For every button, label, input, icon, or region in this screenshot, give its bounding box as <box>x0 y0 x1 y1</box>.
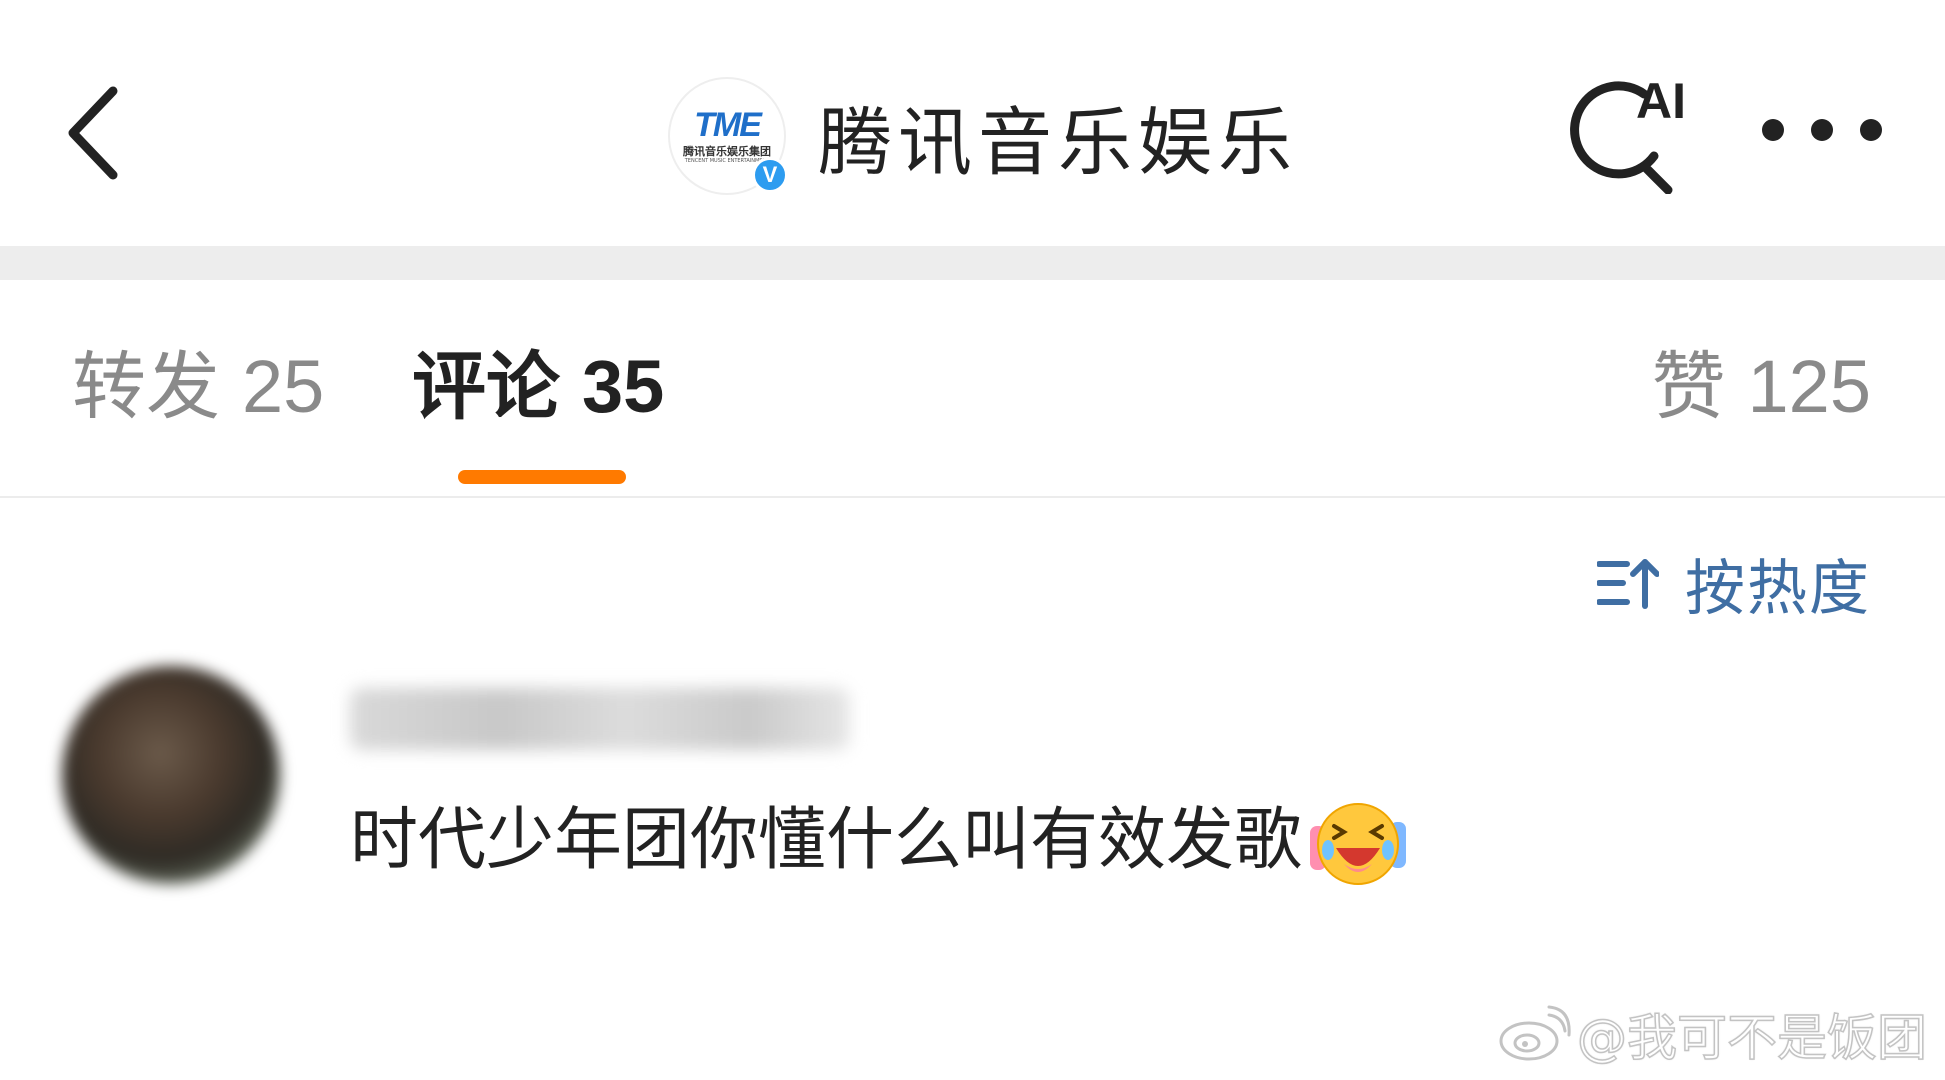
ai-label: AI <box>1636 73 1686 129</box>
tab-repost[interactable]: 转发 25 <box>72 350 324 425</box>
sort-ascending-icon <box>1597 559 1659 609</box>
commenter-username-blurred[interactable] <box>350 688 850 750</box>
account-avatar[interactable]: TME 腾讯音乐娱乐集团 TENCENT MUSIC ENTERTAINMENT… <box>668 77 788 195</box>
tme-logo-subtitle: 腾讯音乐娱乐集团 <box>683 145 771 158</box>
back-button[interactable] <box>48 78 138 188</box>
verified-badge-icon: V <box>752 157 788 193</box>
ai-search-button[interactable]: AI <box>1568 74 1698 194</box>
comment-body: 时代少年团你懂什么叫有效发歌 <box>350 801 1303 880</box>
sort-label: 按热度 <box>1685 553 1871 624</box>
tab-comment-label: 评论 <box>412 344 560 430</box>
tab-like[interactable]: 赞 125 <box>1652 350 1871 425</box>
section-divider <box>0 246 1945 280</box>
top-nav-bar: TME 腾讯音乐娱乐集团 TENCENT MUSIC ENTERTAINMENT… <box>0 0 1945 246</box>
more-dot-icon <box>1762 119 1784 141</box>
account-title[interactable]: TME 腾讯音乐娱乐集团 TENCENT MUSIC ENTERTAINMENT… <box>668 76 1298 196</box>
laughing-crying-emoji-icon <box>1310 803 1407 885</box>
more-dot-icon <box>1811 119 1833 141</box>
watermark-text: @我可不是饭团 <box>1576 1008 1928 1068</box>
page-title: 腾讯音乐娱乐 <box>818 99 1298 186</box>
tab-like-label: 赞 <box>1651 344 1726 430</box>
sort-by-hot-button[interactable]: 按热度 <box>1597 548 1871 624</box>
tab-repost-label: 转发 <box>72 344 220 430</box>
weibo-logo-icon <box>1499 1005 1571 1061</box>
more-button[interactable] <box>1762 108 1882 152</box>
comment-text: 时代少年团你懂什么叫有效发歌 <box>350 792 1408 890</box>
tab-comment[interactable]: 评论 35 <box>412 350 664 425</box>
watermark: @我可不是饭团 <box>1497 1002 1928 1068</box>
commenter-avatar[interactable] <box>62 666 280 884</box>
active-tab-indicator <box>458 470 626 484</box>
interaction-tabs: 转发 25 评论 35 赞 125 <box>0 280 1945 498</box>
tab-like-count: 125 <box>1747 345 1871 428</box>
chevron-left-icon <box>68 86 118 180</box>
tab-comment-count: 35 <box>582 345 665 428</box>
more-dot-icon <box>1860 119 1882 141</box>
tme-logo-mark: TME <box>694 106 762 144</box>
tab-repost-count: 25 <box>242 345 325 428</box>
